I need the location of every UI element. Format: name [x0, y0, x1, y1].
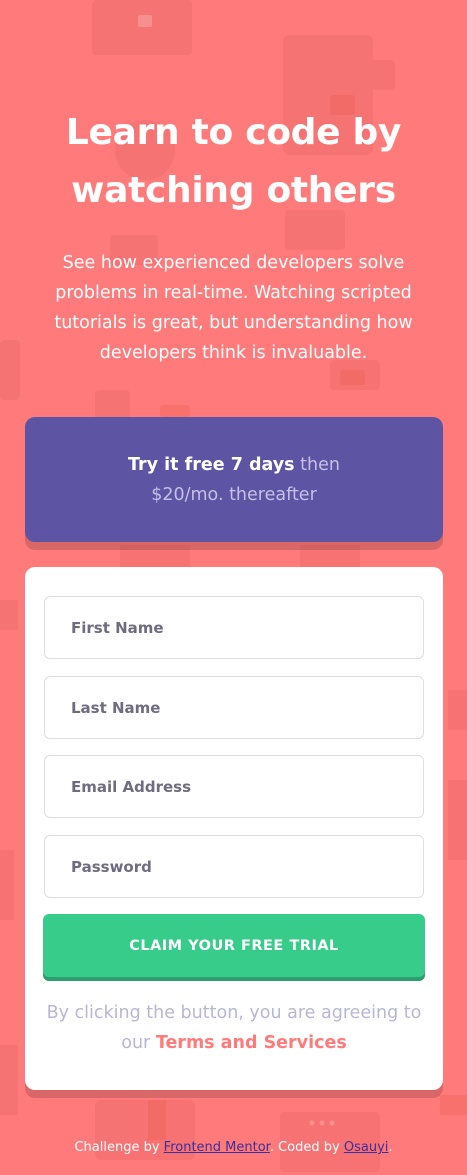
author-link[interactable]: Osauyi	[344, 1140, 389, 1155]
title-line-1: Learn to code by	[65, 112, 402, 153]
footer-suffix: .	[388, 1140, 393, 1155]
claim-trial-button[interactable]: CLAIM YOUR FREE TRIAL	[43, 914, 425, 977]
last-name-field-wrapper	[44, 676, 424, 739]
promo-banner: Try it free 7 days then $20/mo. thereaft…	[25, 417, 443, 542]
password-input[interactable]	[71, 857, 423, 876]
intro-text: See how experienced developers solve pro…	[54, 253, 413, 363]
first-name-input[interactable]	[71, 618, 423, 637]
footer-middle: . Coded by	[269, 1140, 340, 1155]
email-field-wrapper	[44, 755, 424, 818]
terms-link[interactable]: Terms and Services	[156, 1033, 347, 1053]
signup-form: CLAIM YOUR FREE TRIAL By clicking the bu…	[25, 567, 443, 1090]
title-line-2: watching others	[71, 170, 396, 211]
password-field-wrapper	[44, 835, 424, 898]
promo-bold-text: Try it free 7 days	[128, 454, 295, 475]
first-name-field-wrapper	[44, 596, 424, 659]
frontend-mentor-link[interactable]: Frontend Mentor	[164, 1140, 270, 1155]
promo-text: Try it free 7 days then $20/mo. thereaft…	[95, 450, 373, 510]
page-title: Learn to code by watching others	[0, 104, 467, 220]
last-name-input[interactable]	[71, 698, 423, 717]
email-input[interactable]	[71, 777, 423, 796]
footer-prefix: Challenge by	[74, 1140, 160, 1155]
terms-notice: By clicking the button, you are agreeing…	[45, 998, 423, 1058]
attribution-footer: Challenge by Frontend Mentor. Coded by O…	[0, 1140, 467, 1155]
